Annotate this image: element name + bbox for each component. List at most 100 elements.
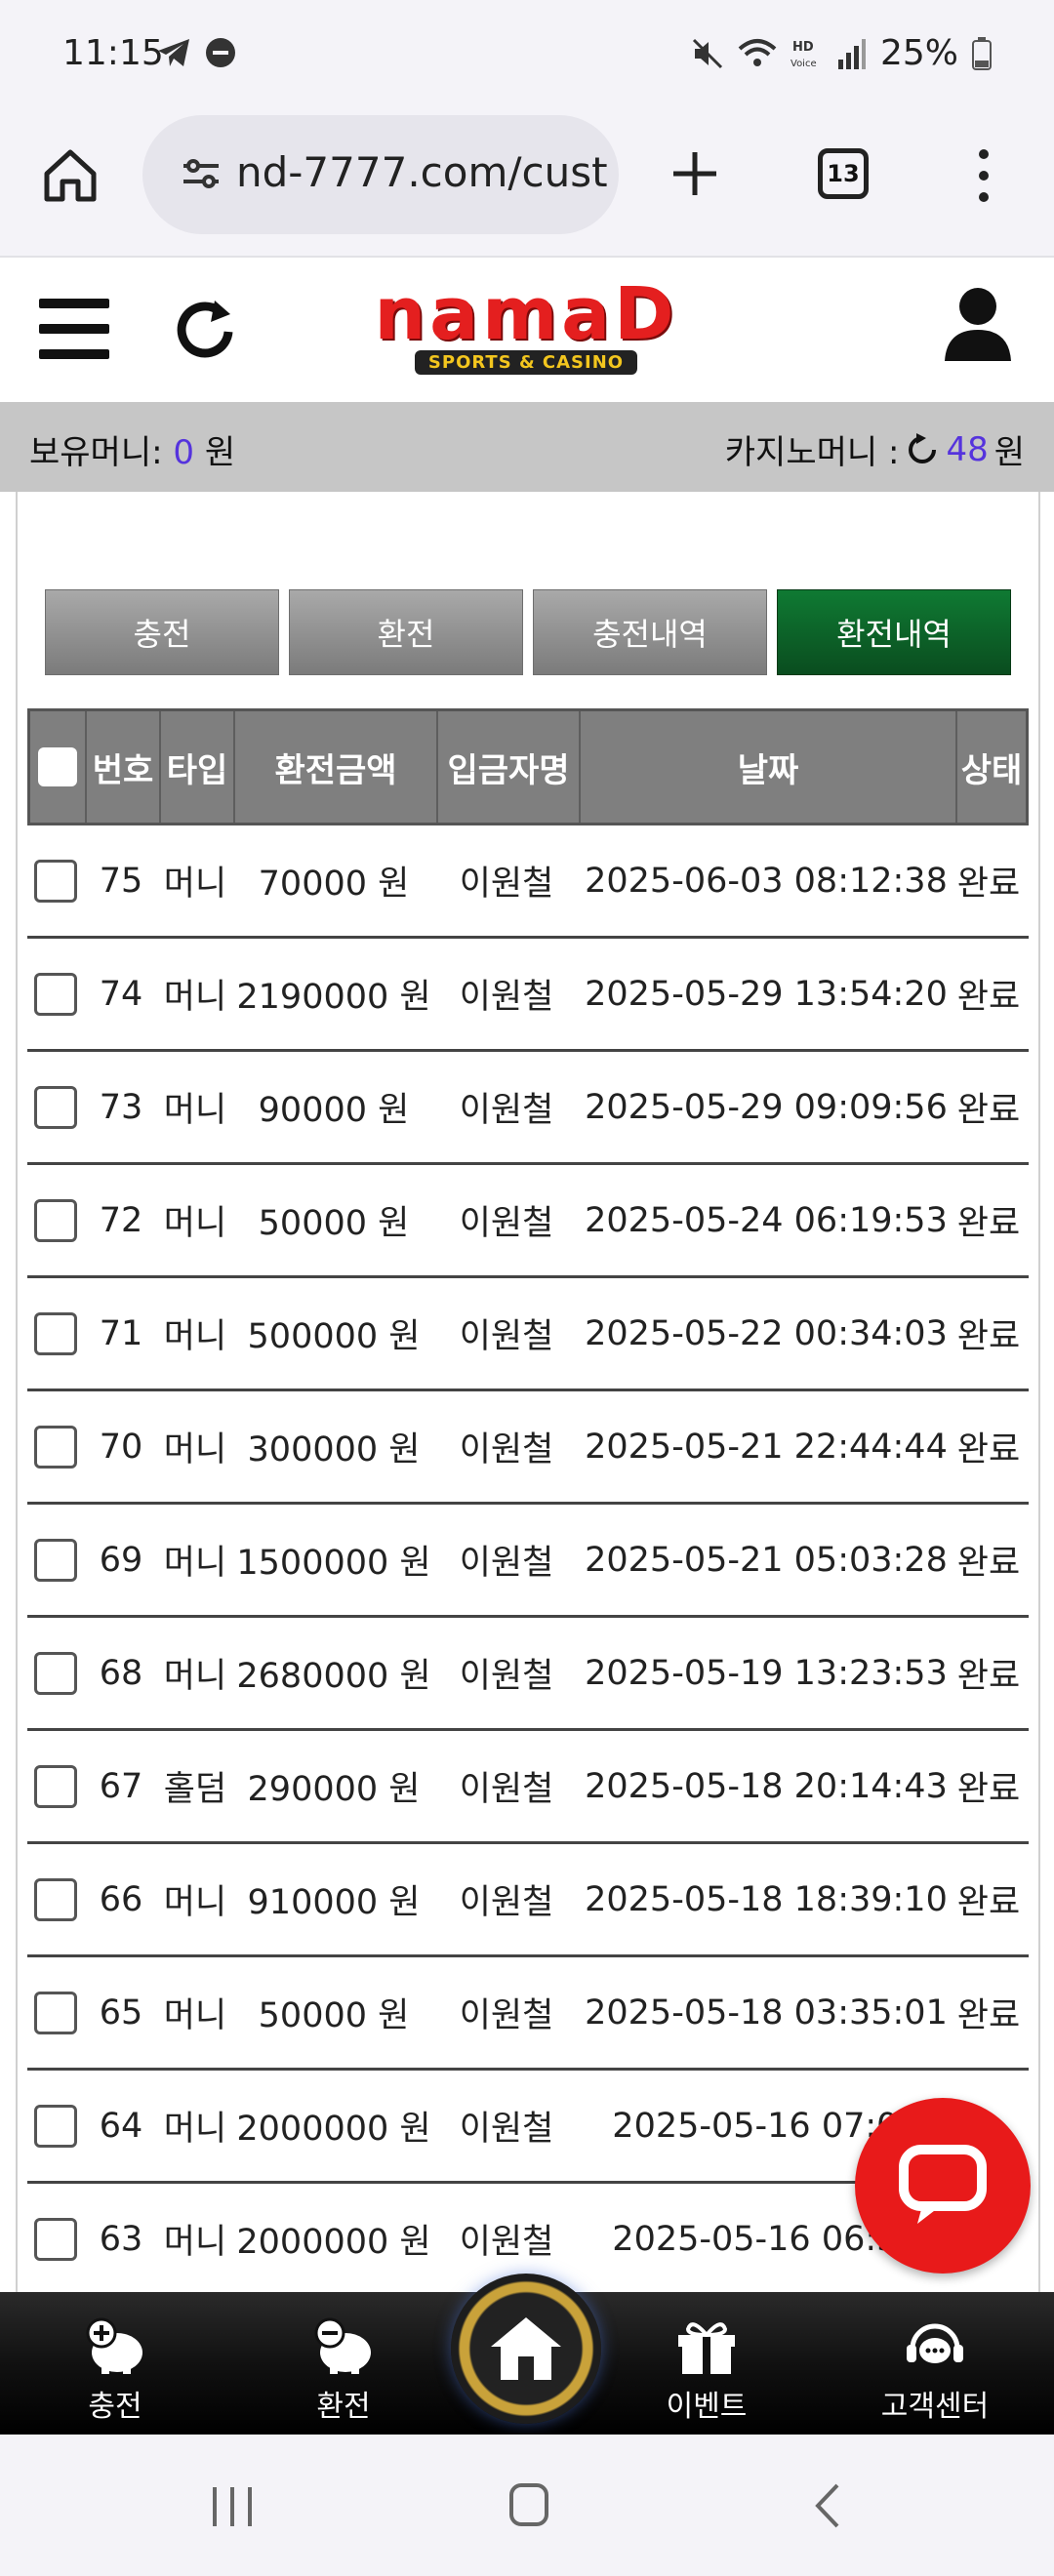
cell-status: 완료 <box>956 1770 1021 1809</box>
cell-status: 완료 <box>956 865 1021 904</box>
status-time: 11:15 <box>62 33 164 73</box>
row-checkbox[interactable] <box>34 1311 77 1355</box>
recents-icon[interactable] <box>213 2487 252 2526</box>
tab-deposit[interactable]: 충전 <box>45 589 279 675</box>
row-checkbox[interactable] <box>34 1538 77 1582</box>
cell-type: 머니 <box>163 865 227 904</box>
cell-number: 68 <box>99 1653 143 1693</box>
chat-button[interactable] <box>855 2098 1031 2274</box>
row-checkbox[interactable] <box>34 859 77 903</box>
row-checkbox[interactable] <box>34 972 77 1016</box>
nav-deposit-label: 충전 <box>88 2390 142 2424</box>
row-checkbox[interactable] <box>34 1991 77 2034</box>
tabs-icon[interactable]: 13 <box>818 148 869 199</box>
tab-deposit-history[interactable]: 충전내역 <box>533 589 767 675</box>
cell-depositor: 이원철 <box>459 1996 554 2035</box>
row-checkbox[interactable] <box>34 1085 77 1129</box>
cell-number: 63 <box>99 2219 143 2259</box>
held-money-unit: 원 <box>204 433 236 472</box>
row-checkbox[interactable] <box>34 1764 77 1808</box>
cell-depositor: 이원철 <box>459 1204 554 1243</box>
cell-number: 66 <box>99 1879 143 1919</box>
cell-type: 머니 <box>163 1091 227 1130</box>
table-row: 68 머니 2680000 원 이원철 2025-05-19 13:23:53 완료 <box>27 1618 1029 1731</box>
tab-withdraw[interactable]: 환전 <box>289 589 523 675</box>
col-number: 번호 <box>87 711 161 823</box>
withdraw-history-table: 번호 타입 환전금액 입금자명 날짜 상태 75 머니 70000 원 이원철 2025… <box>27 708 1029 2292</box>
row-checkbox[interactable] <box>34 1198 77 1242</box>
cell-status: 완료 <box>956 1996 1021 2035</box>
nav-support-label: 고객센터 <box>880 2390 990 2424</box>
cell-type: 홀덤 <box>163 1770 227 1809</box>
menu-icon[interactable] <box>964 146 1003 205</box>
table-row: 71 머니 500000 원 이원철 2025-05-22 00:34:03 완료 <box>27 1278 1029 1391</box>
nav-event-label: 이벤트 <box>666 2390 748 2424</box>
nav-event[interactable]: 이벤트 <box>609 2314 804 2425</box>
user-icon[interactable] <box>943 285 1013 363</box>
row-checkbox-cell <box>27 1844 84 1954</box>
cell-number: 64 <box>99 2106 143 2146</box>
col-amount: 환전금액 <box>235 711 438 823</box>
address-bar[interactable]: nd-7777.com/cust <box>142 115 619 234</box>
tab-withdraw-history[interactable]: 환전내역 <box>777 589 1011 675</box>
row-checkbox-cell <box>27 2184 84 2292</box>
cell-type: 머니 <box>163 1996 227 2035</box>
nav-deposit[interactable]: 충전 <box>18 2314 213 2425</box>
cell-status: 완료 <box>956 1430 1021 1469</box>
cell-depositor: 이원철 <box>459 1883 554 1922</box>
casino-money-label: 카지노머니 : <box>724 433 900 472</box>
tab-count: 13 <box>827 160 860 187</box>
row-checkbox[interactable] <box>34 1425 77 1469</box>
cell-amount: 50000 원 <box>258 1204 410 1243</box>
cell-depositor: 이원철 <box>459 1544 554 1583</box>
cell-amount: 1500000 원 <box>236 1544 431 1583</box>
table-row: 67 홀덤 290000 원 이원철 2025-05-18 20:14:43 완료 <box>27 1731 1029 1844</box>
nav-withdraw[interactable]: 환전 <box>246 2314 441 2425</box>
system-nav-bar <box>0 2435 1054 2576</box>
reload-icon[interactable] <box>905 432 940 467</box>
cell-type: 머니 <box>163 1657 227 1696</box>
site-info-icon[interactable] <box>182 154 221 193</box>
cell-amount: 290000 원 <box>247 1770 421 1809</box>
cell-amount: 2190000 원 <box>236 978 431 1017</box>
held-money-label: 보유머니: <box>29 433 163 472</box>
site-logo[interactable]: namaD SPORTS & CASINO <box>344 275 709 382</box>
refresh-icon[interactable] <box>172 297 240 365</box>
table-header: 번호 타입 환전금액 입금자명 날짜 상태 <box>27 708 1029 825</box>
back-icon[interactable] <box>812 2481 841 2530</box>
cell-type: 머니 <box>163 1430 227 1469</box>
hamburger-menu-icon[interactable] <box>39 299 109 359</box>
nav-home-button[interactable] <box>451 2274 601 2424</box>
cell-number: 65 <box>99 1992 143 2033</box>
home-icon[interactable] <box>39 144 101 207</box>
cell-type: 머니 <box>163 1204 227 1243</box>
table-row: 75 머니 70000 원 이원철 2025-06-03 08:12:38 완료 <box>27 825 1029 939</box>
col-type: 타입 <box>161 711 235 823</box>
col-status: 상태 <box>960 750 1023 790</box>
col-date: 날짜 <box>581 711 957 823</box>
cell-date: 2025-05-22 00:34:03 <box>585 1313 948 1353</box>
cell-amount: 2000000 원 <box>236 2223 431 2262</box>
cell-status: 완료 <box>956 1204 1021 1243</box>
cell-depositor: 이원철 <box>459 978 554 1017</box>
col-depositor: 입금자명 <box>438 711 581 823</box>
system-home-icon[interactable] <box>509 2483 548 2526</box>
row-checkbox[interactable] <box>34 2104 77 2148</box>
row-checkbox[interactable] <box>34 1651 77 1695</box>
cell-number: 73 <box>99 1087 143 1127</box>
row-checkbox-cell <box>27 825 84 936</box>
row-checkbox[interactable] <box>34 1877 77 1921</box>
row-checkbox[interactable] <box>34 2217 77 2261</box>
cell-type: 머니 <box>163 1883 227 1922</box>
held-money: 보유머니: 0 원 <box>29 425 235 473</box>
nav-support[interactable]: 고객센터 <box>837 2314 1033 2425</box>
cell-date: 2025-05-21 05:03:28 <box>585 1540 948 1580</box>
table-row: 73 머니 90000 원 이원철 2025-05-29 09:09:56 완료 <box>27 1052 1029 1165</box>
wifi-icon <box>738 38 777 66</box>
table-row: 66 머니 910000 원 이원철 2025-05-18 18:39:10 완료 <box>27 1844 1029 1957</box>
new-tab-icon[interactable] <box>664 142 726 205</box>
cell-date: 2025-05-18 18:39:10 <box>585 1879 948 1919</box>
cell-type: 머니 <box>163 2110 227 2149</box>
table-row: 65 머니 50000 원 이원철 2025-05-18 03:35:01 완료 <box>27 1957 1029 2071</box>
select-all-checkbox[interactable] <box>38 747 77 786</box>
